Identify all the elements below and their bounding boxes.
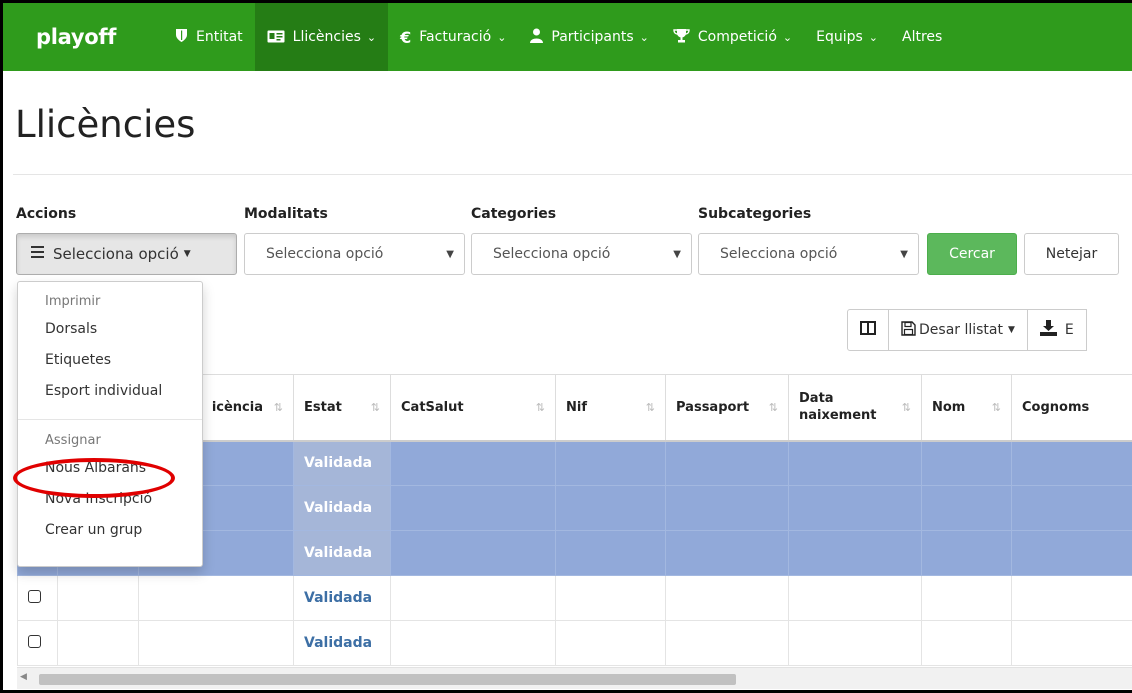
header-catsalut[interactable]: CatSalut ⇅ <box>390 374 556 442</box>
header-cognoms[interactable]: Cognoms <box>1011 374 1132 442</box>
caret-down-icon: ▼ <box>183 249 191 259</box>
accions-dropdown-button[interactable]: Selecciona opció ▼ <box>16 233 237 275</box>
top-navbar: playoff Entitat Llicències ⌄ € Facturaci… <box>3 3 1132 71</box>
caret-down-icon: ▼ <box>900 248 908 260</box>
nav-altres[interactable]: Altres <box>890 3 954 71</box>
nav-llicencies[interactable]: Llicències ⌄ <box>254 3 389 71</box>
caret-down-icon: ▼ <box>673 248 681 260</box>
euro-icon: € <box>400 27 412 47</box>
user-icon <box>530 28 544 47</box>
row-checkbox[interactable] <box>28 634 41 648</box>
header-nif[interactable]: Nif ⇅ <box>555 374 666 442</box>
chevron-down-icon: ⌄ <box>497 30 507 44</box>
horizontal-scrollbar[interactable]: ◀ <box>17 667 1132 689</box>
nav-entitat[interactable]: Entitat <box>163 3 255 71</box>
nav-equips-label: Equips <box>816 29 863 45</box>
dropdown-header-imprimir: Imprimir <box>45 294 101 309</box>
table-toolbar: Desar llistat ▼ E <box>847 309 1087 351</box>
categories-select[interactable]: Selecciona opció ▼ <box>471 233 692 275</box>
categories-label: Categories <box>471 206 557 222</box>
caret-down-icon: ▼ <box>1008 325 1015 335</box>
categories-value: Selecciona opció <box>493 246 611 262</box>
chevron-down-icon: ⌄ <box>366 30 377 44</box>
floppy-disk-icon <box>901 320 916 340</box>
dropdown-divider <box>18 419 202 420</box>
status-cell: Validada <box>293 485 391 531</box>
nav-participants[interactable]: Participants ⌄ <box>518 3 660 71</box>
list-icon <box>31 246 44 262</box>
page-title: Llicències <box>15 103 196 146</box>
table-row[interactable]: Validada <box>17 620 1132 666</box>
caret-down-icon: ▼ <box>446 248 454 260</box>
status-cell: Validada <box>293 440 391 486</box>
row-checkbox[interactable] <box>28 589 41 603</box>
menu-item-crear-un-grup[interactable]: Crear un grup <box>18 515 202 546</box>
save-list-label: Desar llistat <box>919 322 1003 338</box>
columns-toggle-button[interactable] <box>847 309 889 351</box>
chevron-down-icon: ⌄ <box>868 30 879 44</box>
nav-equips[interactable]: Equips ⌄ <box>804 3 890 71</box>
export-label: E <box>1064 322 1074 338</box>
nav-entitat-label: Entitat <box>196 29 243 45</box>
accions-value: Selecciona opció <box>53 245 179 263</box>
search-button[interactable]: Cercar <box>927 233 1017 275</box>
menu-item-esport-individual[interactable]: Esport individual <box>18 376 202 407</box>
dropdown-header-assignar: Assignar <box>45 433 101 448</box>
sort-icon: ⇅ <box>901 401 911 415</box>
subcategories-select[interactable]: Selecciona opció ▼ <box>698 233 919 275</box>
clear-button[interactable]: Netejar <box>1024 233 1119 275</box>
sort-icon: ⇅ <box>645 401 655 415</box>
status-cell: Validada <box>293 620 391 666</box>
header-nom[interactable]: Nom ⇅ <box>921 374 1012 442</box>
sort-icon: ⇅ <box>991 401 1001 415</box>
nav-competicio[interactable]: Competició ⌄ <box>661 3 804 71</box>
header-data-naixement[interactable]: Data naixement ⇅ <box>788 374 922 442</box>
columns-icon <box>860 321 876 339</box>
subcategories-value: Selecciona opció <box>720 246 838 262</box>
nav-facturacio[interactable]: € Facturació ⌄ <box>388 3 518 71</box>
menu-item-nous-albarans[interactable]: Nous Albarans <box>18 453 202 484</box>
menu-item-dorsals[interactable]: Dorsals <box>18 314 202 345</box>
nav-competicio-label: Competició <box>697 29 777 45</box>
modalitats-label: Modalitats <box>244 206 328 222</box>
modalitats-value: Selecciona opció <box>266 246 384 262</box>
sort-icon: ⇅ <box>273 401 283 415</box>
scroll-thumb[interactable] <box>39 674 736 685</box>
sort-icon: ⇅ <box>535 401 545 415</box>
accions-dropdown-menu: Imprimir Dorsals Etiquetes Esport indivi… <box>17 281 203 567</box>
title-divider <box>13 174 1132 175</box>
sort-icon: ⇅ <box>768 401 778 415</box>
sort-icon: ⇅ <box>370 401 380 415</box>
trophy-icon <box>673 28 690 47</box>
scroll-left-arrow-icon[interactable]: ◀ <box>20 672 27 682</box>
download-icon <box>1039 320 1057 340</box>
table-row[interactable]: Validada <box>17 575 1132 621</box>
header-passaport[interactable]: Passaport ⇅ <box>665 374 789 442</box>
status-cell: Validada <box>293 530 391 576</box>
chevron-down-icon: ⌄ <box>639 30 649 44</box>
modalitats-select[interactable]: Selecciona opció ▼ <box>244 233 465 275</box>
nav-altres-label: Altres <box>902 29 943 45</box>
id-card-icon <box>267 28 285 47</box>
shield-icon <box>175 28 188 47</box>
menu-item-nova-inscripcio[interactable]: Nova Inscripció <box>18 484 202 515</box>
chevron-down-icon: ⌄ <box>782 30 793 44</box>
nav-facturacio-label: Facturació <box>419 29 492 45</box>
subcategories-label: Subcategories <box>698 206 812 222</box>
nav-participants-label: Participants <box>551 29 634 45</box>
app-window: playoff Entitat Llicències ⌄ € Facturaci… <box>0 0 1132 693</box>
header-estat[interactable]: Estat ⇅ <box>293 374 391 442</box>
brand-logo[interactable]: playoff <box>3 25 163 49</box>
menu-item-etiquetes[interactable]: Etiquetes <box>18 345 202 376</box>
nav-llicencies-label: Llicències <box>292 29 361 45</box>
save-list-button[interactable]: Desar llistat ▼ <box>888 309 1028 351</box>
export-button[interactable]: E <box>1026 309 1087 351</box>
accions-label: Accions <box>16 206 77 222</box>
status-cell: Validada <box>293 575 391 621</box>
